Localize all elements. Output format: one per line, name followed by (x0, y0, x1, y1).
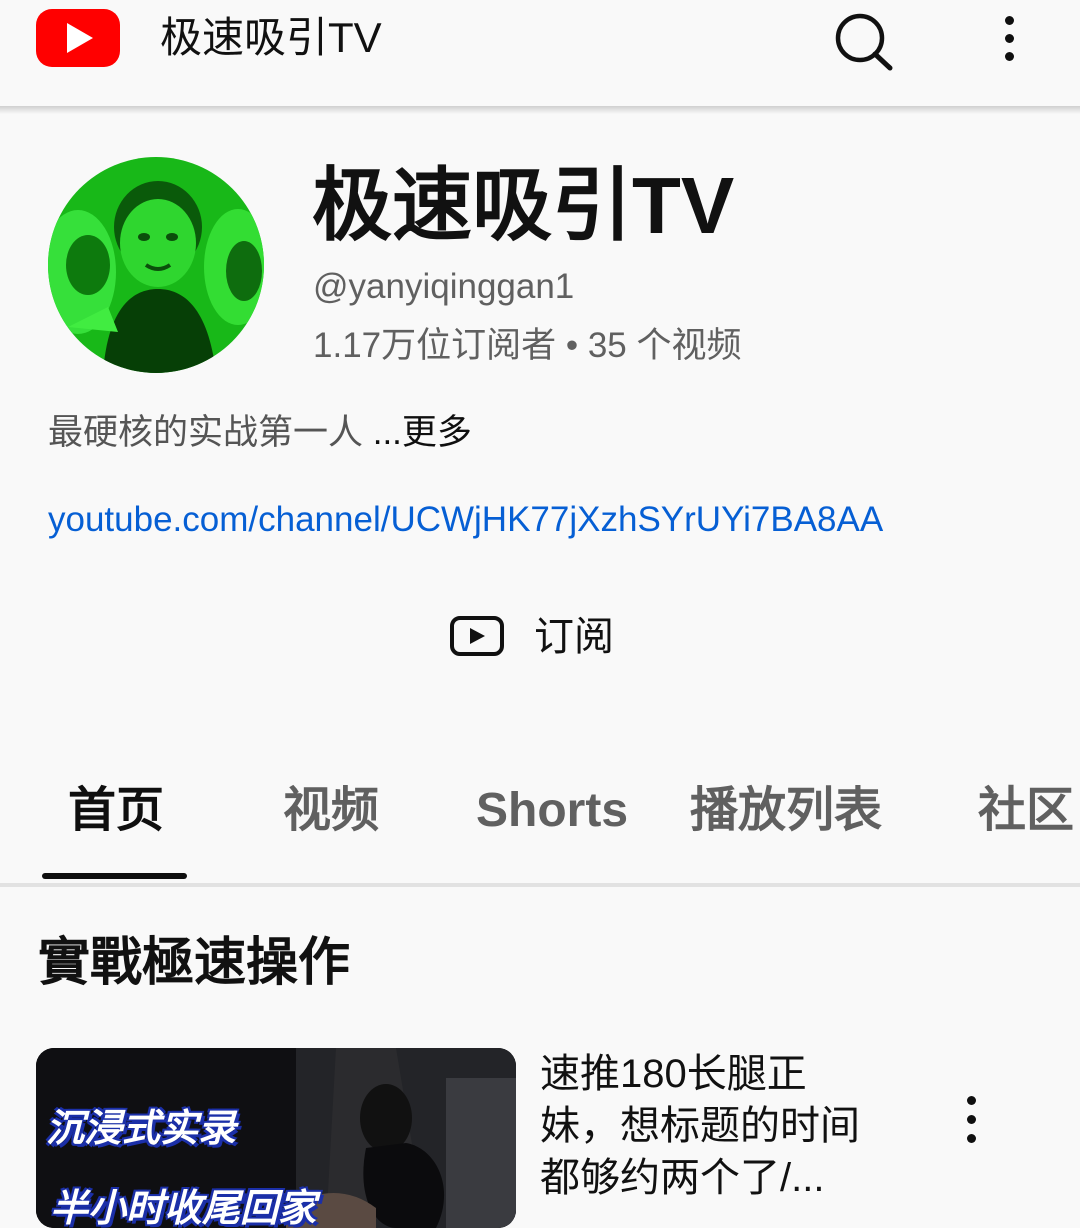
top-bar-shadow (0, 106, 1080, 114)
description-more-link[interactable]: ...更多 (373, 413, 472, 452)
description-text: 最硬核的实战第一人 (48, 413, 373, 452)
search-icon (835, 13, 893, 71)
channel-avatar[interactable] (48, 157, 264, 373)
video-thumbnail[interactable]: 沉浸式实录 半小时收尾回家 (36, 1048, 516, 1228)
search-button[interactable] (830, 6, 898, 74)
video-title[interactable]: 速推180长腿正 妹，想标题的时间 都够约两个了/... (540, 1048, 900, 1204)
active-tab-indicator (42, 873, 187, 879)
video-title-line-2: 妹，想标题的时间 (540, 1104, 860, 1148)
thumbnail-caption-1: 沉浸式实录 (46, 1108, 237, 1150)
top-bar-title: 极速吸引TV (160, 14, 382, 61)
tab-shorts[interactable]: Shorts (476, 780, 628, 842)
subscribe-button[interactable]: 订阅 (440, 602, 640, 672)
video-title-line-3: 都够约两个了/... (540, 1156, 825, 1200)
thumbnail-caption-2: 半小时收尾回家 (50, 1188, 317, 1228)
more-options-button[interactable] (985, 10, 1033, 70)
video-title-line-1: 速推180长腿正 (540, 1052, 807, 1096)
play-icon (450, 616, 504, 656)
more-vertical-icon (1005, 16, 1014, 25)
tab-videos[interactable]: 视频 (283, 780, 379, 842)
tab-home[interactable]: 首页 (68, 780, 164, 842)
tab-playlists[interactable]: 播放列表 (690, 780, 882, 842)
section-title[interactable]: 實戰極速操作 (38, 930, 350, 996)
more-vertical-icon (967, 1096, 976, 1105)
channel-handle: @yanyiqinggan1 (313, 267, 575, 306)
avatar-image (48, 157, 264, 373)
tabs-divider (0, 883, 1080, 887)
tab-community[interactable]: 社区 (978, 780, 1074, 842)
video-more-button[interactable] (950, 1090, 994, 1152)
channel-stats: 1.17万位订阅者 • 35 个视频 (313, 326, 742, 365)
channel-name: 极速吸引TV (312, 161, 735, 250)
channel-description[interactable]: 最硬核的实战第一人 ...更多 (48, 409, 472, 457)
subscribe-label: 订阅 (534, 615, 614, 659)
channel-link[interactable]: youtube.com/channel/UCWjHK77jXzhSYrUYi7B… (48, 496, 883, 544)
youtube-logo-play-icon (67, 23, 93, 53)
